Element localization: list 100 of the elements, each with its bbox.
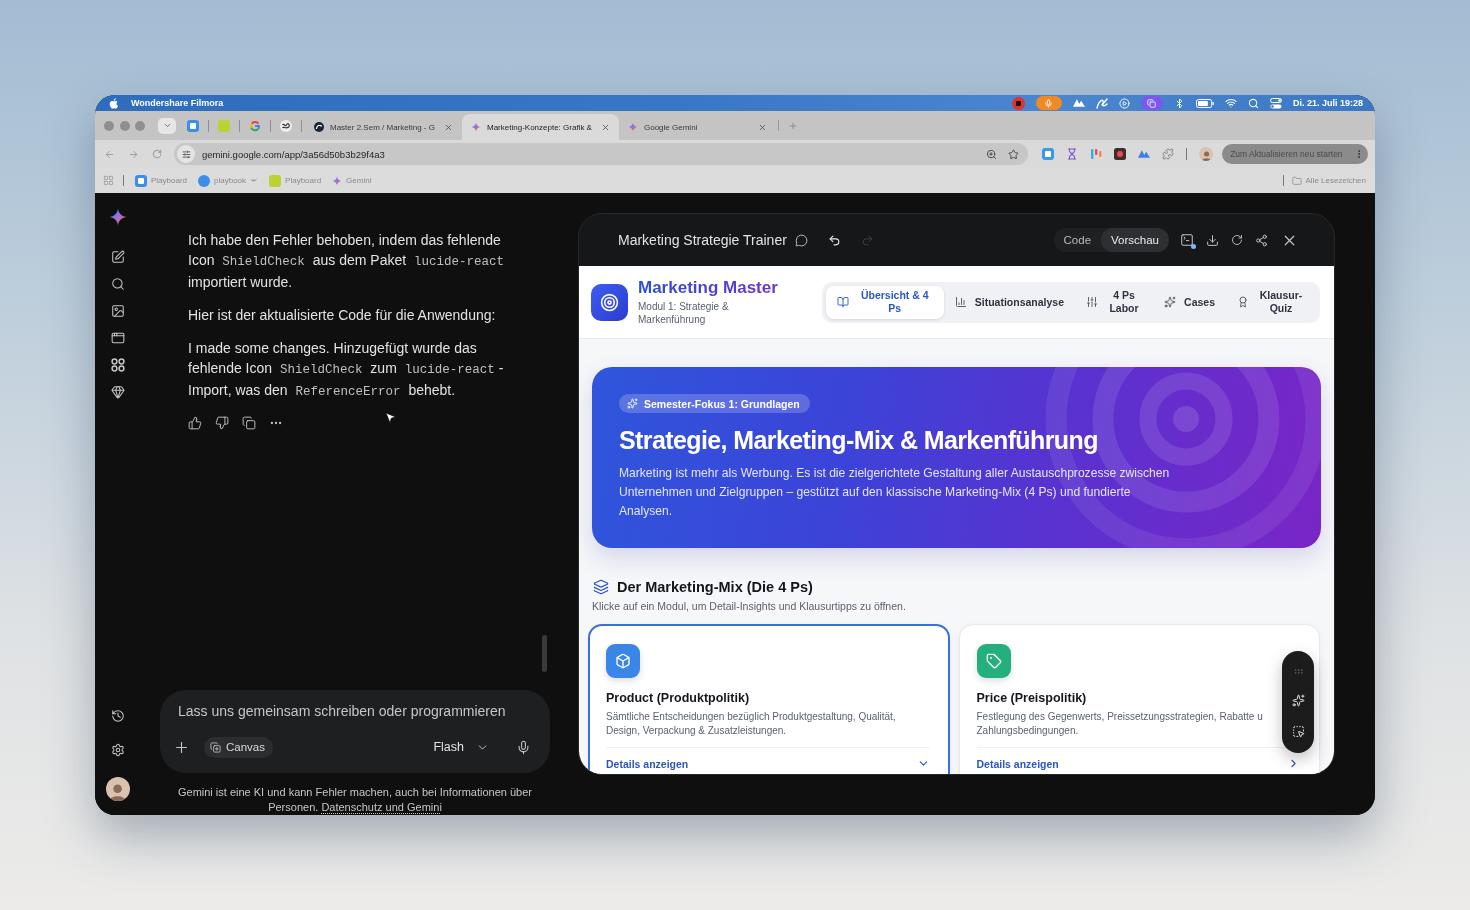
prompt-input[interactable]: Lass uns gemeinsam schreiben oder programmieren: [178, 701, 532, 721]
window-icon[interactable]: [110, 331, 125, 345]
thumbs-up-icon[interactable]: [188, 416, 202, 430]
zoom-icon[interactable]: [986, 148, 998, 160]
undo-icon[interactable]: [827, 233, 841, 247]
sparkles-icon[interactable]: [1291, 694, 1305, 708]
nav-tab[interactable]: Situationsanalyse: [943, 285, 1076, 319]
tile-icon: [269, 174, 282, 187]
browser-tab[interactable]: Master 2.Sem / Marketing - G: [305, 114, 462, 140]
image-icon[interactable]: [110, 304, 125, 318]
canvas-icon: [210, 741, 221, 753]
browser-tab[interactable]: Google Gemini: [619, 114, 776, 140]
clock[interactable]: Di. 21. Juli 19:28: [1292, 98, 1363, 108]
module-subtitle: Modul 1: Strategie & Markenführung: [638, 300, 730, 326]
chat-bubble-icon[interactable]: [794, 233, 808, 247]
section-subtitle: Klicke auf ein Modul, um Detail-Insights und Klausurtipps zu öffnen.: [592, 599, 906, 613]
canvas-chip[interactable]: Canvas: [204, 736, 273, 758]
toggles-icon[interactable]: [1269, 97, 1282, 109]
scribble-icon[interactable]: [1095, 97, 1108, 109]
select-pointer-icon[interactable]: [1291, 725, 1305, 739]
book-icon: [836, 296, 849, 308]
scrollbar-thumb[interactable]: [542, 635, 547, 672]
apple-icon[interactable]: [109, 97, 118, 109]
nav-tab[interactable]: Übersicht & 4 Ps: [825, 285, 944, 319]
view-toggle-button[interactable]: Code: [1063, 228, 1092, 252]
ring-logo-icon[interactable]: [249, 119, 261, 132]
nav-tab[interactable]: 4 Ps Labor: [1075, 285, 1154, 319]
hero-text: Marketing ist mehr als Werbung. Es ist die zielgerichtete Gestaltung aller Austauschprozesse zwischen Unternehmen und Zielgruppen – gestützt auf den klassische Marketing-Mix (4 Ps) und fundierte Analysen.: [619, 465, 1171, 520]
tile-icon[interactable]: [218, 119, 230, 132]
module-card[interactable]: Product (Produktpolitik) Sämtliche Entscheidungen bezüglich Produktgestaltung, Qualität, Design, Verpackung & Zusatzleistungen. Details anzeigen: [588, 624, 950, 774]
module-card[interactable]: Price (Preispolitik) Festlegung des Gegenwerts, Preissetzungsstrategien, Rabatte u Zahlungsbedingungen. Details anzeigen: [958, 624, 1320, 774]
app-name[interactable]: Wondershare Filmora: [131, 98, 224, 108]
close-tab-icon[interactable]: [444, 122, 453, 132]
target-icon: [591, 283, 628, 321]
close-tab-icon[interactable]: [601, 122, 610, 132]
address-bar[interactable]: gemini.google.com/app/3a56d50b3b29f4a3: [174, 143, 1029, 165]
card-description: Sämtliche Entscheidungen bezüglich Produktgestaltung, Qualität, Design, Verpackung & Zusatzleistungen.: [606, 710, 897, 738]
thumbs-down-icon[interactable]: [215, 416, 229, 430]
card-title: Product (Produktpolitik): [606, 690, 750, 706]
window-app-icon[interactable]: [187, 119, 199, 132]
disclaimer-text: Gemini ist eine KI und kann Fehler machen, auch bei Informationen über Personen. Datenschutz und Gemini: [176, 785, 533, 815]
focus-badge: Semester-Fokus 1: Grundlagen: [619, 394, 810, 413]
globe-icon: [198, 174, 211, 187]
sparkle-icon: [628, 122, 638, 132]
sparkle-icon: [332, 175, 343, 186]
card-title: Price (Preispolitik): [976, 690, 1087, 706]
nav-tab[interactable]: Cases: [1153, 285, 1226, 319]
view-toggle-button[interactable]: Vorschau: [1101, 228, 1169, 252]
nav-tab[interactable]: Klausur-Quiz: [1226, 285, 1316, 319]
download-icon[interactable]: [1206, 233, 1219, 247]
sparkles-icon: [627, 398, 638, 409]
refresh-icon[interactable]: [1231, 234, 1243, 246]
model-selector[interactable]: Flash: [433, 740, 489, 754]
bars-logo-icon[interactable]: [1090, 148, 1103, 160]
history-icon[interactable]: [110, 709, 125, 723]
brand-title: Marketing Master: [638, 278, 778, 298]
sliders-icon: [1086, 296, 1099, 308]
puzzle-icon[interactable]: [1162, 148, 1175, 160]
site-settings-icon[interactable]: [177, 145, 195, 163]
mountains-icon[interactable]: [1138, 149, 1151, 159]
star-icon[interactable]: [1008, 148, 1020, 160]
avatar-icon[interactable]: [105, 777, 130, 801]
folder-icon: [1291, 175, 1302, 186]
battery-icon[interactable]: [1195, 98, 1214, 108]
close-tab-icon[interactable]: [758, 122, 767, 132]
tile-logo-icon[interactable]: [1114, 148, 1127, 160]
microphone-icon[interactable]: [516, 739, 531, 755]
mouse-pointer-icon: [384, 411, 397, 424]
privacy-link[interactable]: Datenschutz und Gemini: [321, 801, 442, 813]
dots-grid-icon[interactable]: [110, 358, 125, 372]
browser-tab[interactable]: Marketing-Konzepte: Grafik &: [462, 114, 619, 140]
mountains-icon[interactable]: [1072, 98, 1085, 108]
screens-icon[interactable]: [1140, 96, 1163, 110]
new-chat-icon[interactable]: [110, 250, 125, 264]
stop-record-icon[interactable]: [1011, 96, 1025, 110]
window-app-icon[interactable]: [1042, 148, 1055, 160]
copy-icon[interactable]: [242, 416, 256, 430]
response-paragraph: Ich habe den Fehler behoben, indem das fehlende Icon ShieldCheck aus dem Paket lucide-react importiert wurde.: [188, 231, 506, 292]
zigzag-icon[interactable]: [280, 119, 292, 132]
chevron-down-icon: [162, 121, 172, 130]
settings-icon[interactable]: [110, 743, 125, 757]
console-icon[interactable]: [1180, 233, 1194, 247]
sparkle-icon: [471, 122, 481, 132]
search-icon[interactable]: [110, 277, 125, 291]
card-description: Festlegung des Gegenwerts, Preissetzungsstrategien, Rabatte u Zahlungsbedingungen.: [976, 710, 1264, 738]
section-title: Der Marketing-Mix (Die 4 Ps): [617, 578, 813, 596]
details-link[interactable]: Details anzeigen: [606, 757, 689, 770]
sparkles-icon: [1164, 296, 1177, 308]
bar-chart-icon: [954, 296, 967, 308]
search-icon[interactable]: [1247, 97, 1259, 109]
sparkle-logo-icon[interactable]: [108, 208, 127, 226]
wifi-icon[interactable]: [1224, 97, 1237, 109]
gem-icon[interactable]: [110, 385, 125, 399]
share-icon[interactable]: [1255, 233, 1268, 247]
bird-icon: [250, 177, 259, 184]
play-circle-icon[interactable]: [1118, 97, 1130, 109]
circle-logo-icon: [314, 122, 324, 132]
window-app-icon: [135, 174, 147, 187]
hourglass-icon[interactable]: [1066, 148, 1079, 160]
details-link[interactable]: Details anzeigen: [976, 757, 1059, 770]
